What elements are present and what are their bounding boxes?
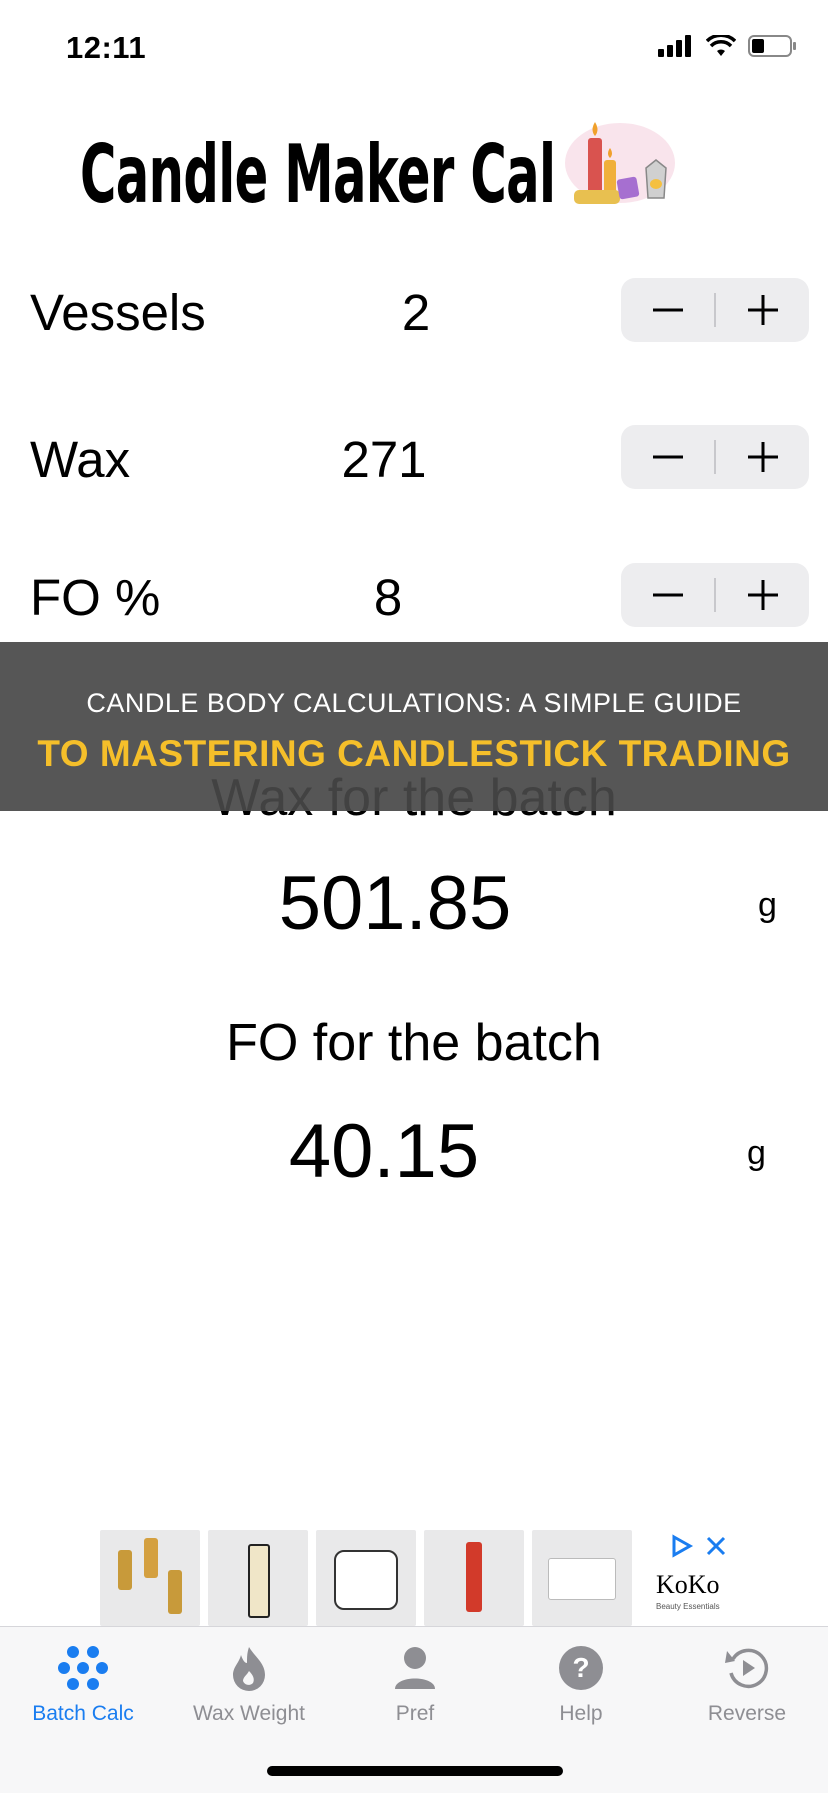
- status-icons: [658, 34, 798, 58]
- flame-icon: [233, 1647, 265, 1691]
- fo-percent-label: FO %: [30, 569, 161, 626]
- ad-product-image[interactable]: [208, 1530, 308, 1626]
- fo-percent-decrement-button[interactable]: [621, 563, 714, 627]
- wax-decrement-button[interactable]: [621, 425, 714, 489]
- plus-icon: [747, 442, 778, 472]
- minus-icon: [652, 455, 683, 459]
- wifi-icon: [706, 35, 736, 56]
- svg-text:?: ?: [572, 1652, 589, 1683]
- tab-label: Pref: [395, 1702, 435, 1725]
- banner-line-2: TO MASTERING CANDLESTICK TRADING: [37, 733, 791, 774]
- fo-percent-value: 8: [373, 569, 403, 626]
- tab-label: Wax Weight: [192, 1702, 306, 1725]
- vessels-stepper[interactable]: [621, 278, 809, 342]
- tab-label: Batch Calc: [32, 1702, 134, 1725]
- ad-banner[interactable]: KoKo Beauty Essentials: [100, 1530, 740, 1626]
- ad-product-image[interactable]: [532, 1530, 632, 1626]
- wax-batch-unit: g: [758, 886, 777, 924]
- tab-label: Help: [559, 1702, 603, 1725]
- fo-percent-stepper[interactable]: [621, 563, 809, 627]
- banner-line-1: CANDLE BODY CALCULATIONS: A SIMPLE GUIDE: [86, 688, 742, 718]
- wax-value: 271: [341, 431, 427, 488]
- ad-product-image[interactable]: [100, 1530, 200, 1626]
- tab-wax-weight[interactable]: Wax Weight: [166, 1645, 332, 1726]
- minus-icon: [652, 593, 683, 597]
- plus-icon: [747, 295, 778, 325]
- fo-batch-value: 40.15: [288, 1109, 480, 1194]
- signal-icon: [658, 35, 691, 57]
- plus-icon: [747, 580, 778, 610]
- minus-icon: [652, 308, 683, 312]
- wax-batch-value: 501.85: [278, 861, 512, 946]
- replay-icon: [725, 1648, 769, 1689]
- ad-product-image[interactable]: [316, 1530, 416, 1626]
- fo-batch-label: FO for the batch: [226, 1014, 602, 1072]
- home-indicator: [267, 1766, 563, 1776]
- fo-percent-increment-button[interactable]: [716, 563, 809, 627]
- status-time: 12:11: [66, 30, 147, 65]
- ad-choices-icon[interactable]: [670, 1534, 694, 1558]
- overlay-banner: CANDLE BODY CALCULATIONS: A SIMPLE GUIDE…: [0, 642, 828, 811]
- wax-label: Wax: [30, 431, 131, 488]
- question-icon: ?: [559, 1646, 603, 1690]
- vessels-label: Vessels: [30, 284, 206, 341]
- tab-reverse[interactable]: Reverse: [664, 1645, 828, 1726]
- person-icon: [395, 1647, 435, 1689]
- tab-help[interactable]: ? Help: [498, 1645, 664, 1726]
- app-title: Candle Maker Cal: [80, 128, 556, 221]
- battery-icon: [748, 35, 796, 57]
- tab-batch-calc[interactable]: Batch Calc: [0, 1645, 166, 1726]
- wax-stepper[interactable]: [621, 425, 809, 489]
- candles-illustration-icon: [565, 122, 675, 204]
- fo-batch-unit: g: [747, 1134, 766, 1172]
- dots-grid-icon: [58, 1646, 108, 1690]
- tab-label: Reverse: [707, 1702, 787, 1725]
- ad-product-image[interactable]: [424, 1530, 524, 1626]
- vessels-value: 2: [401, 284, 431, 341]
- wax-increment-button[interactable]: [716, 425, 809, 489]
- vessels-increment-button[interactable]: [716, 278, 809, 342]
- ad-brand-subtitle: Beauty Essentials: [656, 1602, 720, 1611]
- ad-close-icon[interactable]: [706, 1536, 726, 1556]
- ad-brand-name: KoKo: [656, 1570, 720, 1599]
- vessels-decrement-button[interactable]: [621, 278, 714, 342]
- tab-pref[interactable]: Pref: [332, 1645, 498, 1726]
